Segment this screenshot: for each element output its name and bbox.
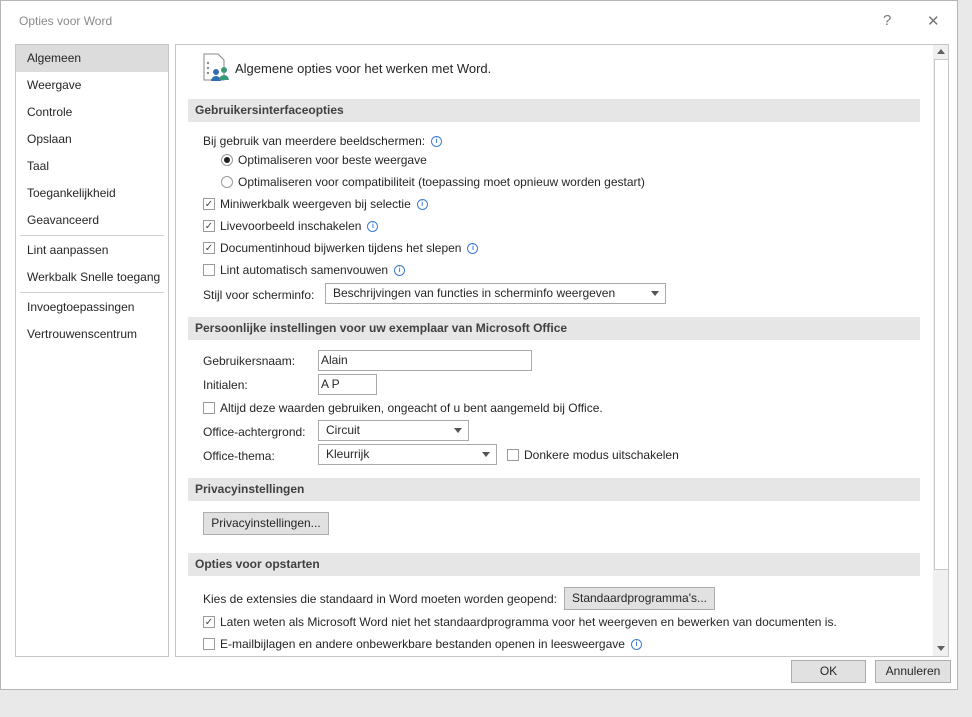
checkbox-label: Livevoorbeeld inschakelen (220, 219, 362, 233)
word-options-dialog: Opties voor Word ? ✕ Algemeen Weergave C… (0, 0, 958, 690)
multi-monitor-label-row: Bij gebruik van meerdere beeldschermen: i (203, 134, 443, 148)
checkbox-label: Altijd deze waarden gebruiken, ongeacht … (220, 401, 603, 415)
office-theme-label: Office-thema: (203, 449, 275, 463)
info-icon: i (416, 198, 428, 210)
section-privacy: Privacyinstellingen (188, 478, 920, 501)
checkbox-reading-view[interactable]: E-mailbijlagen en andere onbewerkbare be… (203, 637, 642, 651)
sidebar-item-vertrouwenscentrum[interactable]: Vertrouwenscentrum (16, 321, 168, 348)
select-value: Beschrijvingen van functies in scherminf… (333, 286, 616, 300)
screentip-style-label: Stijl voor scherminfo: (203, 288, 315, 302)
extensions-label: Kies de extensies die standaard in Word … (203, 592, 558, 606)
chevron-down-icon (651, 291, 659, 296)
vertical-scrollbar[interactable] (933, 45, 948, 656)
options-panel: Algemene opties voor het werken met Word… (175, 44, 949, 657)
checkbox-always-use[interactable]: Altijd deze waarden gebruiken, ongeacht … (203, 401, 603, 415)
privacy-settings-button[interactable]: Privacyinstellingen... (203, 512, 329, 535)
radio-button[interactable] (221, 176, 233, 188)
office-background-label: Office-achtergrond: (203, 425, 306, 439)
divider (20, 235, 164, 236)
select-value: Kleurrijk (326, 447, 370, 461)
checkbox-label: Documentinhoud bijwerken tijdens het sle… (220, 241, 462, 255)
page-heading: Algemene opties voor het werken met Word… (235, 61, 492, 76)
sidebar: Algemeen Weergave Controle Opslaan Taal … (15, 44, 169, 657)
chevron-down-icon (454, 428, 462, 433)
checkbox-collapse-ribbon[interactable]: Lint automatisch samenvouwen i (203, 263, 406, 277)
sidebar-item-weergave[interactable]: Weergave (16, 72, 168, 99)
general-options-icon (203, 53, 229, 81)
checkbox-update-dragging[interactable]: ✓ Documentinhoud bijwerken tijdens het sl… (203, 241, 479, 255)
select-value: Circuit (326, 423, 361, 437)
office-theme-select[interactable]: Kleurrijk (318, 444, 497, 465)
info-icon: i (630, 638, 642, 650)
sidebar-item-opslaan[interactable]: Opslaan (16, 126, 168, 153)
section-startup: Opties voor opstarten (188, 553, 920, 576)
screentip-style-select[interactable]: Beschrijvingen van functies in scherminf… (325, 283, 666, 304)
scroll-thumb[interactable] (934, 59, 948, 570)
info-icon: i (467, 242, 479, 254)
radio-label: Optimaliseren voor compatibiliteit (toep… (238, 175, 645, 189)
dialog-title: Opties voor Word (19, 14, 113, 28)
checkbox[interactable]: ✓ (203, 198, 215, 210)
username-input[interactable]: Alain (318, 350, 532, 371)
close-button[interactable]: ✕ (927, 12, 940, 30)
checkbox-mini-toolbar[interactable]: ✓ Miniwerkbalk weergeven bij selectie i (203, 197, 428, 211)
section-ui-options: Gebruikersinterfaceopties (188, 99, 920, 122)
checkbox[interactable] (507, 449, 519, 461)
cancel-button[interactable]: Annuleren (875, 660, 951, 683)
scroll-down-icon[interactable] (937, 646, 945, 651)
sidebar-item-invoegtoepassingen[interactable]: Invoegtoepassingen (16, 294, 168, 321)
checkbox[interactable] (203, 402, 215, 414)
checkbox-live-preview[interactable]: ✓ Livevoorbeeld inschakelen i (203, 219, 379, 233)
radio-best-appearance[interactable]: Optimaliseren voor beste weergave (221, 153, 427, 167)
info-icon: i (431, 135, 443, 147)
checkbox-label: E-mailbijlagen en andere onbewerkbare be… (220, 637, 625, 651)
info-icon: i (367, 220, 379, 232)
checkbox-label: Laten weten als Microsoft Word niet het … (220, 615, 837, 629)
office-background-select[interactable]: Circuit (318, 420, 469, 441)
radio-button[interactable] (221, 154, 233, 166)
checkbox[interactable]: ✓ (203, 616, 215, 628)
checkbox[interactable]: ✓ (203, 242, 215, 254)
help-button[interactable]: ? (883, 12, 891, 29)
divider (20, 292, 164, 293)
initials-label: Initialen: (203, 378, 248, 392)
sidebar-item-werkbalk[interactable]: Werkbalk Snelle toegang (16, 264, 168, 291)
sidebar-item-taal[interactable]: Taal (16, 153, 168, 180)
ok-button[interactable]: OK (791, 660, 866, 683)
checkbox-notify-default[interactable]: ✓ Laten weten als Microsoft Word niet het… (203, 615, 837, 629)
sidebar-item-lint-aanpassen[interactable]: Lint aanpassen (16, 237, 168, 264)
checkbox[interactable]: ✓ (203, 220, 215, 232)
default-programs-button[interactable]: Standaardprogramma's... (564, 587, 715, 610)
checkbox-label: Donkere modus uitschakelen (524, 448, 679, 462)
scroll-up-icon[interactable] (937, 49, 945, 54)
checkbox-label: Lint automatisch samenvouwen (220, 263, 389, 277)
checkbox-dark-mode[interactable]: Donkere modus uitschakelen (507, 448, 679, 462)
sidebar-item-controle[interactable]: Controle (16, 99, 168, 126)
radio-compatibility[interactable]: Optimaliseren voor compatibiliteit (toep… (221, 175, 645, 189)
chevron-down-icon (482, 452, 490, 457)
radio-label: Optimaliseren voor beste weergave (238, 153, 427, 167)
initials-input[interactable]: A P (318, 374, 377, 395)
checkbox[interactable] (203, 264, 215, 276)
username-label: Gebruikersnaam: (203, 354, 296, 368)
sidebar-item-toegankelijkheid[interactable]: Toegankelijkheid (16, 180, 168, 207)
checkbox-label: Miniwerkbalk weergeven bij selectie (220, 197, 411, 211)
section-personal: Persoonlijke instellingen voor uw exempl… (188, 317, 920, 340)
multi-monitor-label: Bij gebruik van meerdere beeldschermen: (203, 134, 426, 148)
checkbox[interactable] (203, 638, 215, 650)
sidebar-item-algemeen[interactable]: Algemeen (16, 45, 168, 72)
info-icon: i (394, 264, 406, 276)
sidebar-item-geavanceerd[interactable]: Geavanceerd (16, 207, 168, 234)
